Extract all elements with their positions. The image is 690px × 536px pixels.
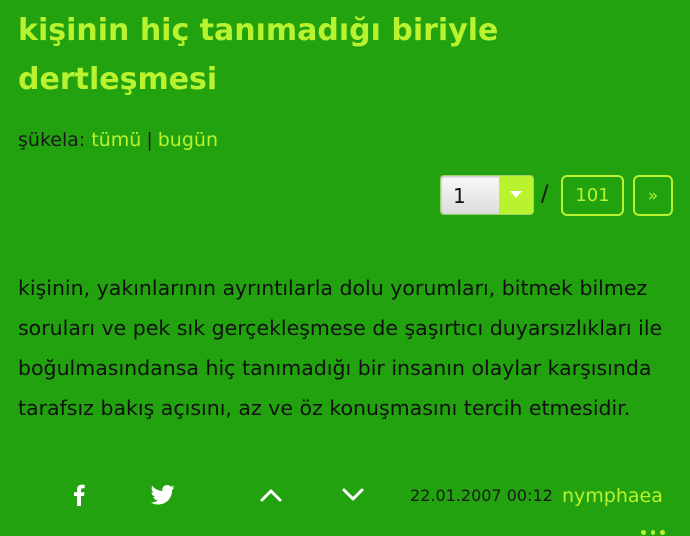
sukela-all-link[interactable]: tümü bbox=[91, 129, 141, 151]
entry-content: kişinin, yakınlarının ayrıntılarla dolu … bbox=[18, 276, 663, 420]
facebook-icon[interactable] bbox=[66, 482, 92, 508]
next-page-button[interactable]: » bbox=[633, 175, 673, 216]
sukela-label: şükela: bbox=[18, 129, 86, 151]
chevron-up-icon[interactable] bbox=[258, 482, 284, 508]
last-page-button[interactable]: 101 bbox=[561, 175, 624, 216]
dropdown-arrow-icon bbox=[499, 176, 533, 214]
dot bbox=[660, 530, 666, 535]
sukela-today-link[interactable]: bugün bbox=[158, 129, 218, 151]
chevron-down-icon[interactable] bbox=[340, 482, 366, 508]
more-dots-icon[interactable] bbox=[641, 530, 666, 536]
dot bbox=[641, 530, 646, 535]
sukela-filter: şükela: tümü | bugün bbox=[18, 128, 218, 152]
page-select[interactable]: 1 bbox=[440, 175, 534, 215]
twitter-icon[interactable] bbox=[150, 482, 176, 508]
pager-separator: / bbox=[541, 182, 549, 207]
entry-date[interactable]: 22.01.2007 00:12 bbox=[410, 486, 553, 506]
sukela-separator: | bbox=[146, 129, 153, 151]
dot bbox=[650, 530, 656, 535]
topic-title[interactable]: kişinin hiç tanımadığı biriyle dertleşme… bbox=[18, 6, 668, 104]
page-select-value: 1 bbox=[453, 184, 466, 208]
entry-author[interactable]: nymphaea bbox=[562, 484, 663, 508]
